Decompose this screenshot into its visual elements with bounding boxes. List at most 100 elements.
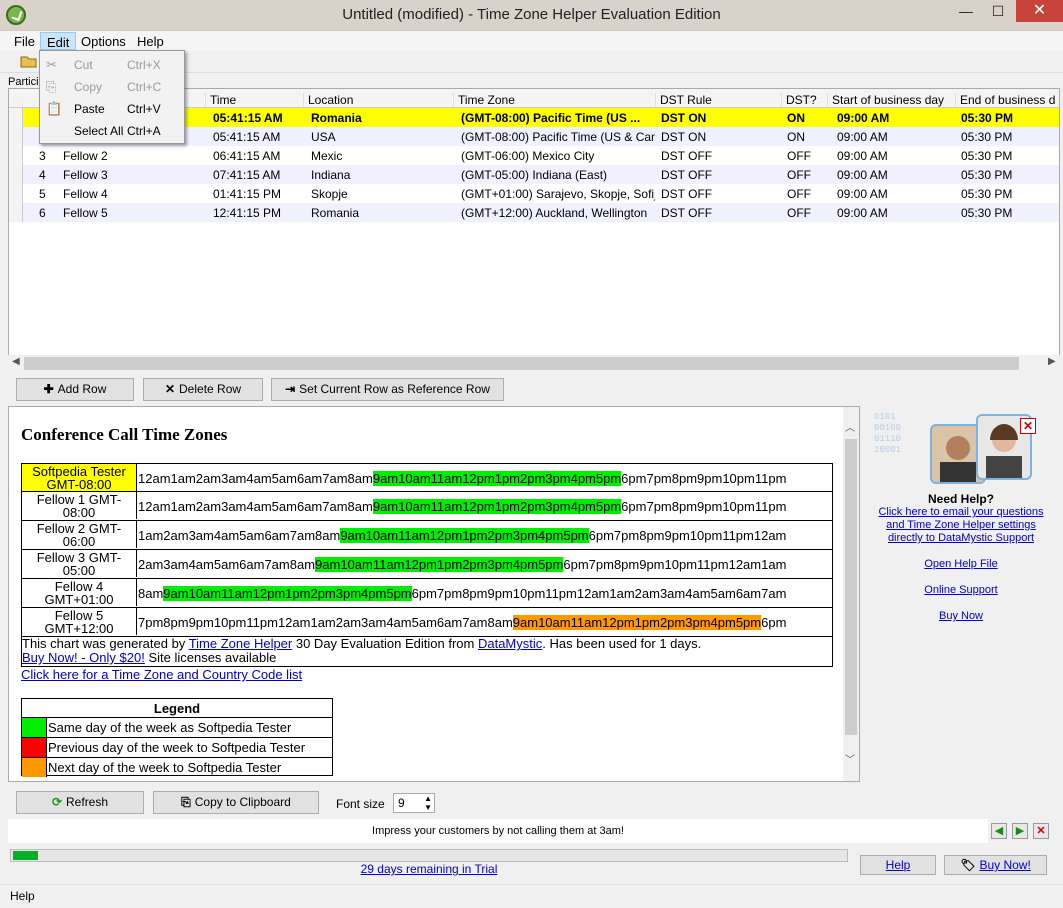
cell-time[interactable]: 05:41:15 AM: [213, 111, 305, 125]
cell-location[interactable]: Skopje: [311, 187, 453, 201]
cell-dst[interactable]: OFF: [787, 187, 827, 201]
email-support-link-line1[interactable]: Click here to email your questions: [862, 506, 1060, 518]
next-tip-icon[interactable]: ▶: [1012, 823, 1028, 839]
col-header-dst-rule[interactable]: DST Rule: [655, 93, 779, 107]
add-row-button[interactable]: ✚ Add Row: [16, 378, 134, 401]
title-bar[interactable]: Untitled (modified) - Time Zone Helper E…: [0, 0, 1063, 31]
menu-file[interactable]: File: [8, 32, 41, 50]
cell-rule[interactable]: DST ON: [661, 130, 777, 144]
cell-tz[interactable]: (GMT-08:00) Pacific Time (US ...: [461, 111, 655, 125]
cell-dst[interactable]: OFF: [787, 149, 827, 163]
horizontal-scrollbar[interactable]: ◀ ▶: [8, 355, 1060, 372]
font-size-stepper[interactable]: 9 ▲ ▼: [393, 793, 435, 813]
email-support-link-line2[interactable]: and Time Zone Helper settings: [862, 519, 1060, 531]
cell-name[interactable]: Fellow 5: [63, 206, 193, 220]
col-header-location[interactable]: Location: [303, 93, 453, 107]
row-header[interactable]: [9, 203, 23, 222]
col-header-time[interactable]: Time: [205, 93, 301, 107]
grid-row[interactable]: 5 Fellow 4 01:41:15 PM Skopje (GMT+01:00) Sa…: [9, 184, 1059, 203]
cell-start[interactable]: 09:00 AM: [837, 187, 953, 201]
cell-time[interactable]: 06:41:15 AM: [213, 149, 305, 163]
close-button[interactable]: ✕: [1016, 0, 1063, 22]
cell-dst[interactable]: ON: [787, 111, 827, 125]
time-zone-code-link[interactable]: Click here for a Time Zone and Country C…: [21, 667, 302, 682]
row-header[interactable]: [9, 165, 23, 184]
col-header-timezone[interactable]: Time Zone: [453, 93, 655, 107]
buy-now-button[interactable]: 🏷 Buy Now!: [944, 855, 1047, 875]
buy-now-ad-link[interactable]: Buy Now: [862, 610, 1060, 622]
menu-item-cut[interactable]: ✂ Cut Ctrl+X: [40, 54, 184, 76]
menu-item-copy[interactable]: ⎘ Copy Ctrl+C: [40, 76, 184, 98]
grid-row[interactable]: 3 Fellow 2 06:41:15 AM Mexic (GMT-06:00) Mex…: [9, 146, 1059, 165]
online-support-link[interactable]: Online Support: [862, 584, 1060, 596]
menu-help[interactable]: Help: [131, 32, 170, 50]
set-reference-row-button[interactable]: ⇥ Set Current Row as Reference Row: [271, 378, 504, 401]
copy-to-clipboard-button[interactable]: ⎘ Copy to Clipboard: [153, 791, 319, 814]
buy-now-link[interactable]: Buy Now! - Only $20!: [22, 650, 145, 665]
cell-start[interactable]: 09:00 AM: [837, 111, 953, 125]
cell-location[interactable]: Indiana: [311, 168, 453, 182]
stepper-arrows-icon[interactable]: ▲ ▼: [424, 794, 432, 812]
cell-tz[interactable]: (GMT-05:00) Indiana (East): [461, 168, 655, 182]
cell-name[interactable]: Fellow 3: [63, 168, 193, 182]
cell-time[interactable]: 12:41:15 PM: [213, 206, 305, 220]
cell-time[interactable]: 01:41:15 PM: [213, 187, 305, 201]
cell-name[interactable]: Fellow 4: [63, 187, 193, 201]
row-header[interactable]: [9, 127, 23, 146]
datamystic-link[interactable]: DataMystic: [478, 636, 542, 651]
scroll-up-icon[interactable]: ︿: [845, 419, 855, 434]
cell-end[interactable]: 05:30 PM: [961, 111, 1059, 125]
cell-start[interactable]: 09:00 AM: [837, 149, 953, 163]
menu-options[interactable]: Options: [75, 32, 132, 50]
cell-rule[interactable]: DST OFF: [661, 206, 777, 220]
ad-close-icon[interactable]: ✕: [1020, 418, 1036, 434]
cell-start[interactable]: 09:00 AM: [837, 168, 953, 182]
cell-dst[interactable]: OFF: [787, 206, 827, 220]
cell-rule[interactable]: DST OFF: [661, 187, 777, 201]
cell-location[interactable]: Mexic: [311, 149, 453, 163]
cell-time[interactable]: 07:41:15 AM: [213, 168, 305, 182]
cell-dst[interactable]: OFF: [787, 168, 827, 182]
cell-rule[interactable]: DST OFF: [661, 149, 777, 163]
delete-row-button[interactable]: ✕ Delete Row: [143, 378, 263, 401]
report-scroll-thumb[interactable]: [845, 439, 857, 735]
cell-start[interactable]: 09:00 AM: [837, 130, 953, 144]
row-header[interactable]: [9, 146, 23, 165]
report-vertical-scrollbar[interactable]: ︿ ﹀: [843, 407, 859, 781]
cell-end[interactable]: 05:30 PM: [961, 168, 1059, 182]
cell-location[interactable]: Romania: [311, 111, 453, 125]
trial-remaining-link[interactable]: 29 days remaining in Trial: [10, 862, 848, 876]
cell-end[interactable]: 05:30 PM: [961, 149, 1059, 163]
cell-dst[interactable]: ON: [787, 130, 827, 144]
open-folder-icon[interactable]: [20, 54, 38, 68]
cell-rule[interactable]: DST ON: [661, 111, 777, 125]
time-zone-helper-link[interactable]: Time Zone Helper: [189, 636, 293, 651]
cell-start[interactable]: 09:00 AM: [837, 206, 953, 220]
cell-end[interactable]: 05:30 PM: [961, 187, 1059, 201]
font-size-value[interactable]: 9: [398, 796, 405, 810]
refresh-button[interactable]: ⟳ Refresh: [16, 791, 144, 814]
col-header-start[interactable]: Start of business day: [827, 93, 955, 107]
previous-tip-icon[interactable]: ◀: [991, 823, 1007, 839]
cell-location[interactable]: Romania: [311, 206, 453, 220]
close-tip-icon[interactable]: ✕: [1033, 823, 1049, 839]
minimize-button[interactable]: —: [950, 0, 982, 22]
cell-location[interactable]: USA: [311, 130, 453, 144]
email-support-link-line3[interactable]: directly to DataMystic Support: [862, 532, 1060, 544]
col-header-end[interactable]: End of business d: [955, 93, 1059, 107]
row-header[interactable]: [9, 184, 23, 203]
scroll-right-icon[interactable]: ▶: [1048, 356, 1056, 367]
menu-item-select-all[interactable]: Select All Ctrl+A: [40, 120, 184, 142]
cell-tz[interactable]: (GMT-06:00) Mexico City: [461, 149, 655, 163]
grid-row[interactable]: 6 Fellow 5 12:41:15 PM Romania (GMT+12:00) A…: [9, 203, 1059, 222]
cell-time[interactable]: 05:41:15 AM: [213, 130, 305, 144]
cell-tz[interactable]: (GMT+12:00) Auckland, Wellington: [461, 206, 655, 220]
open-help-file-link[interactable]: Open Help File: [862, 558, 1060, 570]
scroll-down-icon[interactable]: ﹀: [845, 751, 855, 766]
col-header-dst[interactable]: DST?: [781, 93, 827, 107]
cell-name[interactable]: Fellow 2: [63, 149, 193, 163]
maximize-button[interactable]: ☐: [982, 0, 1014, 22]
menu-item-paste[interactable]: 📋 Paste Ctrl+V: [40, 98, 184, 120]
cell-end[interactable]: 05:30 PM: [961, 206, 1059, 220]
scroll-thumb[interactable]: [24, 357, 1019, 370]
